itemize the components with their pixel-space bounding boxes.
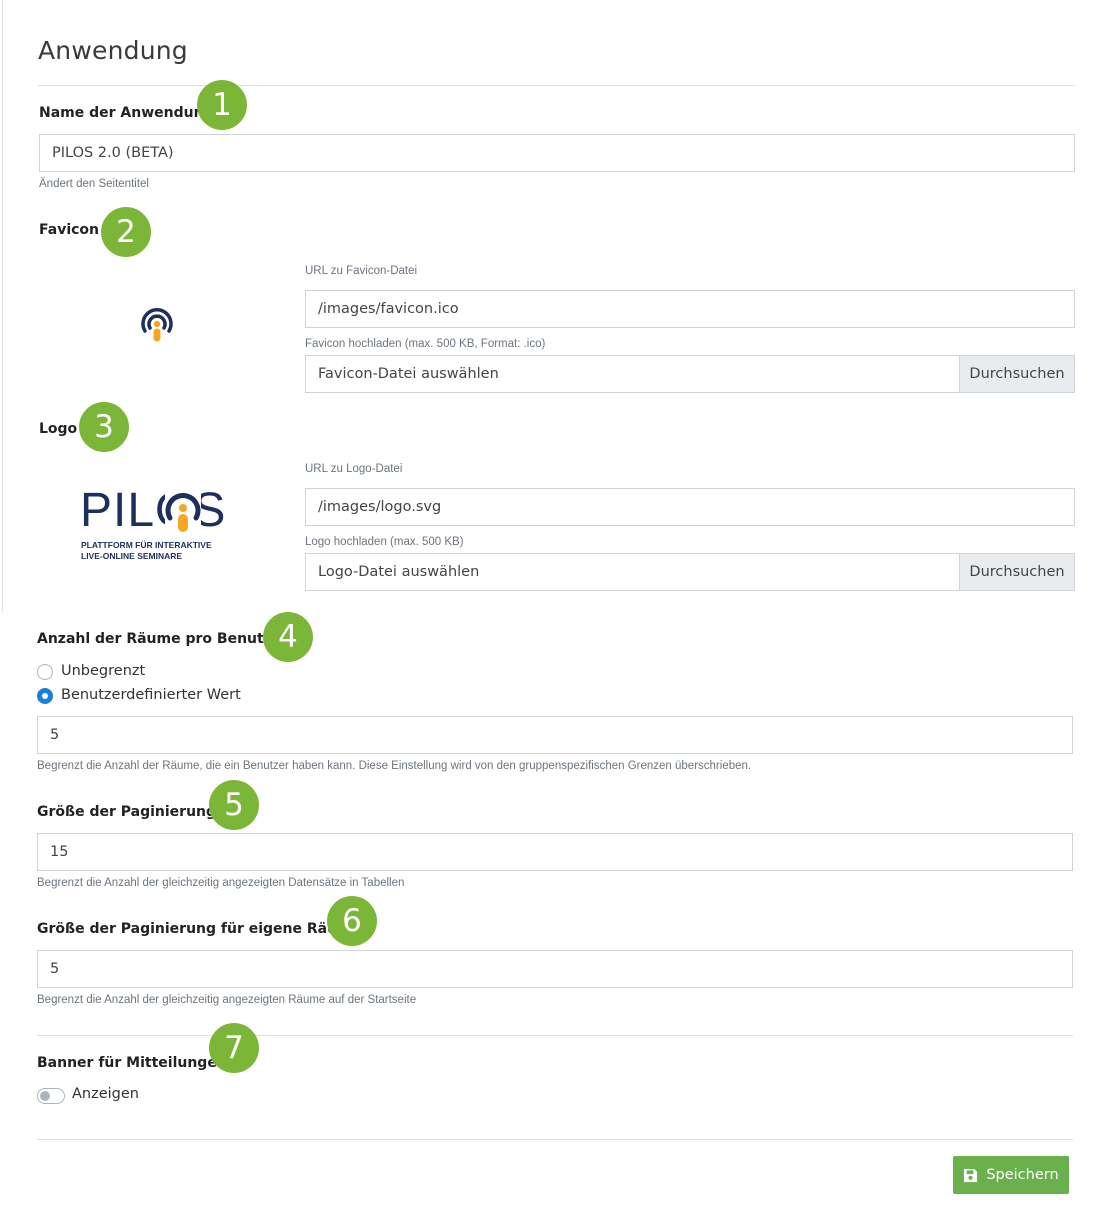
- title-divider: [38, 85, 1075, 86]
- pilos-favicon-icon: [141, 308, 173, 342]
- toggle-knob: [40, 1091, 50, 1101]
- logo-tagline-2: LIVE-ONLINE SEMINARE: [81, 551, 183, 561]
- callout-badge-5: 5: [209, 780, 259, 830]
- callout-badge-6: 6: [327, 896, 377, 946]
- callout-badge-2: 2: [101, 207, 151, 257]
- own-rooms-pagination-label: Größe der Paginierung für eigene Räume: [37, 921, 362, 937]
- section-divider: [37, 1035, 1073, 1036]
- radio-custom-value-label[interactable]: Benutzerdefinierter Wert: [61, 687, 241, 703]
- callout-badge-1: 1: [197, 80, 247, 130]
- rooms-limit-input[interactable]: 5: [37, 716, 1073, 754]
- favicon-file-placeholder: Favicon-Datei auswählen: [318, 366, 499, 382]
- logo-url-label: URL zu Logo-Datei: [305, 463, 403, 475]
- logo-upload-label: Logo hochladen (max. 500 KB): [305, 536, 464, 548]
- radio-custom-value[interactable]: [37, 688, 53, 704]
- radio-unlimited[interactable]: [37, 664, 53, 680]
- favicon-url-input[interactable]: /images/favicon.ico: [305, 290, 1075, 328]
- banner-toggle-label[interactable]: Anzeigen: [72, 1086, 139, 1102]
- radio-unlimited-label[interactable]: Unbegrenzt: [61, 663, 145, 679]
- app-name-help: Ändert den Seitentitel: [39, 178, 149, 190]
- favicon-upload-label: Favicon hochladen (max. 500 KB, Format: …: [305, 338, 546, 350]
- pilos-logo: PILOS PLATTFORM FÜR INTERAKTIVE LIVE-ONL…: [80, 486, 240, 566]
- app-name-label: Name der Anwendung: [39, 105, 214, 121]
- callout-badge-7: 7: [209, 1023, 259, 1073]
- logo-browse-button[interactable]: Durchsuchen: [959, 554, 1074, 590]
- callout-badge-4: 4: [263, 612, 313, 662]
- favicon-file-input[interactable]: Favicon-Datei auswählen Durchsuchen: [305, 355, 1075, 393]
- save-button-label: Speichern: [986, 1167, 1059, 1183]
- logo-tagline-1: PLATTFORM FÜR INTERAKTIVE: [81, 540, 212, 550]
- rooms-limit-help: Begrenzt die Anzahl der Räume, die ein B…: [37, 760, 752, 772]
- favicon-url-label: URL zu Favicon-Datei: [305, 265, 418, 277]
- favicon-label: Favicon: [39, 222, 99, 238]
- app-name-input[interactable]: PILOS 2.0 (BETA): [39, 134, 1075, 172]
- logo-file-input[interactable]: Logo-Datei auswählen Durchsuchen: [305, 553, 1075, 591]
- logo-file-placeholder: Logo-Datei auswählen: [318, 564, 480, 580]
- left-border: [2, 0, 3, 612]
- callout-badge-3: 3: [79, 402, 129, 452]
- own-rooms-pagination-help: Begrenzt die Anzahl der gleichzeitig ang…: [37, 994, 417, 1006]
- footer-divider: [37, 1139, 1073, 1140]
- pagination-help: Begrenzt die Anzahl der gleichzeitig ang…: [37, 877, 405, 889]
- logo-o-mark: [165, 488, 201, 534]
- save-button[interactable]: Speichern: [953, 1156, 1069, 1194]
- favicon-browse-button[interactable]: Durchsuchen: [959, 356, 1074, 392]
- banner-label: Banner für Mitteilungen: [37, 1055, 227, 1071]
- floppy-disk-icon: [964, 1168, 978, 1182]
- page-title: Anwendung: [38, 36, 188, 65]
- own-rooms-pagination-input[interactable]: 5: [37, 950, 1073, 988]
- logo-label: Logo: [39, 421, 78, 437]
- logo-wordmark: PILOS: [80, 484, 227, 537]
- logo-url-input[interactable]: /images/logo.svg: [305, 488, 1075, 526]
- rooms-limit-label: Anzahl der Räume pro Benutzer: [37, 631, 289, 647]
- pagination-label: Größe der Paginierung: [37, 804, 217, 820]
- pagination-input[interactable]: 15: [37, 833, 1073, 871]
- banner-toggle[interactable]: [37, 1088, 65, 1104]
